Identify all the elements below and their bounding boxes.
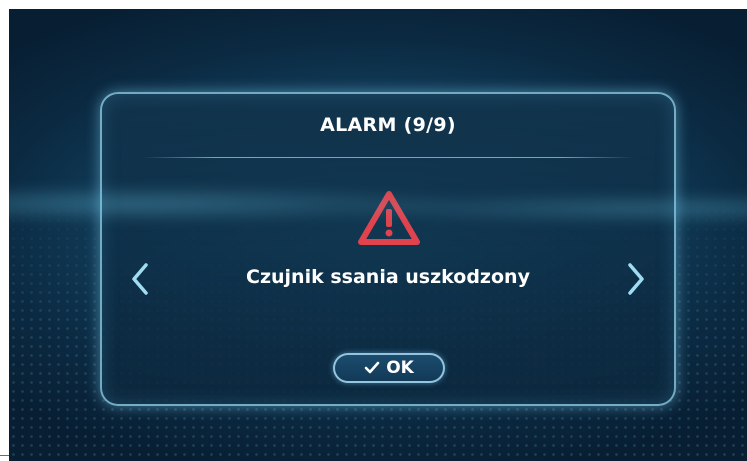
- chevron-right-icon[interactable]: [624, 262, 648, 296]
- screen: ALARM (9/9) Czujnik ssania uszkodzony OK: [9, 9, 747, 461]
- checkmark-icon: [364, 361, 380, 374]
- dialog-title: ALARM (9/9): [320, 114, 456, 136]
- header-divider: [142, 157, 634, 158]
- alarm-dialog: ALARM (9/9) Czujnik ssania uszkodzony OK: [100, 92, 676, 406]
- alarm-message: Czujnik ssania uszkodzony: [246, 266, 530, 288]
- ok-button-label: OK: [386, 358, 414, 378]
- dialog-header: ALARM (9/9): [102, 94, 674, 156]
- frame-edge: [0, 455, 9, 456]
- warning-triangle-icon: [358, 191, 420, 245]
- ok-button[interactable]: OK: [333, 353, 445, 383]
